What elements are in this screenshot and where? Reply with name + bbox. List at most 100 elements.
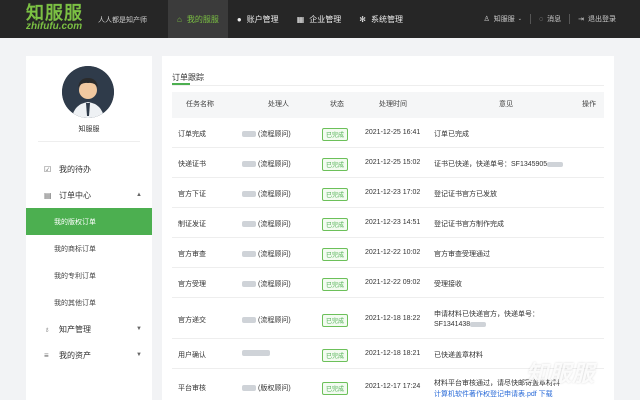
todo-icon: ☑ [44, 164, 52, 174]
task-name: 用户确认 [178, 352, 206, 359]
process-time: 2021-12-18 18:21 [365, 350, 421, 357]
nav-system[interactable]: ✻ 系统管理 [350, 0, 412, 38]
process-time: 2021-12-23 14:51 [365, 219, 421, 226]
opinion-text: 已快递盖章材料 [434, 352, 483, 359]
process-time: 2021-12-22 10:02 [365, 249, 421, 256]
bulb-icon: ♁ [44, 324, 50, 334]
status-badge: 已完成 [322, 248, 349, 261]
nav-enterprise[interactable]: ▦ 企业管理 [288, 0, 351, 38]
redacted-name [242, 131, 256, 138]
sidebar-subitem-other-orders[interactable]: 我的其他订单 [26, 289, 152, 316]
gear-icon: ✻ [359, 14, 366, 24]
task-name: 官方受理 [178, 281, 206, 288]
redacted-name [242, 251, 256, 258]
sidebar-subitem-trademark-orders[interactable]: 我的商标订单 [26, 235, 152, 262]
handler-cell: (流程顾问) [242, 189, 291, 199]
handler-role: (流程顾问) [258, 221, 291, 228]
sidebar-menu: ☑ 我的待办 ▤ 订单中心 ▲ 我的版权订单 我的商标订单 我的专利订单 我的其… [26, 156, 152, 368]
nav-label: 企业管理 [309, 14, 342, 24]
chevron-down-icon: ▼ [136, 326, 142, 332]
handler-cell: (流程顾问) [242, 249, 291, 259]
status-badge: 已完成 [322, 128, 349, 141]
sidebar-item-ip-management[interactable]: ♁ 知产管理 ▼ [26, 316, 152, 342]
opinion-text: 申请材料已快递官方，快递单号： [434, 311, 539, 318]
sidebar-item-label: 订单中心 [59, 190, 91, 200]
redacted-name [242, 281, 256, 288]
watermark: 知服服 [526, 362, 596, 387]
top-right-menu: ♙ 知服服 ⌄ ◌ 消息 ⇥ 退出登录 [483, 0, 616, 38]
top-bar: 知服服 zhifufu.com 人人都是知产师 ⌂ 我的服服 ● 账户管理 ▦ … [0, 0, 640, 38]
handler-role: (流程顾问) [258, 161, 291, 168]
column-header-action: 操作 [582, 101, 596, 108]
column-header-opinion: 意见 [499, 101, 513, 108]
logo[interactable]: 知服服 zhifufu.com [26, 3, 106, 34]
column-header-task: 任务名称 [186, 101, 214, 108]
chevron-down-icon: ▼ [136, 352, 142, 358]
sidebar-item-my-assets[interactable]: ≡ 我的资产 ▼ [26, 342, 152, 368]
opinion-text: 登记证书官方制作完成 [434, 221, 504, 228]
process-time: 2021-12-18 18:22 [365, 315, 421, 322]
avatar [62, 66, 114, 118]
chevron-down-icon: ⌄ [517, 16, 522, 22]
opinion-text: 订单已完成 [434, 131, 469, 138]
table-row: 官方递交 (流程顾问) 已完成 2021-12-18 18:22 申请材料已快递… [172, 298, 604, 339]
handler-cell: (流程顾问) [242, 129, 291, 139]
task-name: 快递证书 [178, 161, 206, 168]
divider [38, 141, 140, 142]
nav-my-zhifufu[interactable]: ⌂ 我的服服 [168, 0, 228, 38]
task-name: 官方审查 [178, 251, 206, 258]
nav-account[interactable]: ● 账户管理 [228, 0, 288, 38]
opinion-text: 登记证书官方已发放 [434, 191, 497, 198]
home-icon: ⌂ [177, 14, 182, 24]
sidebar-subitem-copyright-orders[interactable]: 我的版权订单 [26, 208, 152, 235]
message-icon: ◌ [538, 15, 544, 23]
sidebar-item-todo[interactable]: ☑ 我的待办 [26, 156, 152, 182]
status-badge: 已完成 [322, 382, 349, 395]
nav-label: 账户管理 [246, 14, 279, 24]
opinion-cell: 证书已快递，快递单号：SF1345905 [434, 159, 565, 169]
user-menu[interactable]: 知服服 [494, 14, 515, 24]
database-icon: ≡ [44, 350, 49, 360]
process-time: 2021-12-23 17:02 [365, 189, 421, 196]
main-nav: ⌂ 我的服服 ● 账户管理 ▦ 企业管理 ✻ 系统管理 [168, 0, 412, 38]
task-name: 制证发证 [178, 221, 206, 228]
chevron-up-icon: ▲ [136, 192, 142, 198]
nav-label: 系统管理 [370, 14, 403, 24]
status-badge: 已完成 [322, 314, 349, 327]
order-tracking-panel: 订单跟踪 任务名称 处理人 状态 处理时间 意见 操作 订单完成 (流程顾问) … [162, 56, 614, 400]
redacted-name [242, 221, 256, 228]
redacted-name [242, 317, 256, 324]
process-time: 2021-12-25 15:02 [365, 159, 421, 166]
divider [172, 85, 604, 86]
sidebar-subitem-patent-orders[interactable]: 我的专利订单 [26, 262, 152, 289]
opinion-text: 受理接收 [434, 281, 462, 288]
redacted-number [470, 321, 487, 327]
sidebar-item-order-center[interactable]: ▤ 订单中心 ▲ [26, 182, 152, 208]
sidebar-item-label: 知产管理 [59, 324, 91, 334]
page-title: 订单跟踪 [172, 73, 204, 82]
handler-cell: (流程顾问) [242, 219, 291, 229]
task-name: 官方递交 [178, 317, 206, 324]
table-row: 官方受理 (流程顾问) 已完成 2021-12-22 09:02 受理接收 [172, 268, 604, 298]
logout-icon: ⇥ [578, 16, 584, 23]
divider [529, 14, 531, 24]
logo-text: 知服服 [26, 3, 83, 24]
handler-role: (流程顾问) [258, 281, 291, 288]
slogan: 人人都是知产师 [98, 17, 147, 24]
table-row: 官方下证 (流程顾问) 已完成 2021-12-23 17:02 登记证书官方已… [172, 178, 604, 208]
download-link[interactable]: 计算机软件著作权登记申请表.pdf 下载 [434, 389, 553, 399]
handler-role: (流程顾问) [258, 251, 291, 258]
logout-link[interactable]: 退出登录 [588, 14, 616, 24]
user-icon: ● [236, 14, 242, 24]
user-icon: ♙ [483, 16, 490, 23]
status-badge: 已完成 [322, 278, 349, 291]
opinion-text: 证书已快递，快递单号：SF1345905 [434, 161, 548, 168]
nav-label: 我的服服 [186, 14, 219, 24]
task-name: 平台审核 [178, 385, 206, 392]
redacted-number [547, 161, 564, 167]
sidebar: 知服服 ☑ 我的待办 ▤ 订单中心 ▲ 我的版权订单 我的商标订单 我的专利订单… [26, 56, 152, 400]
handler-cell: (流程顾问) [242, 279, 291, 289]
opinion-cell-line2: SF1341438 [434, 321, 488, 328]
username: 知服服 [78, 126, 100, 133]
messages-link[interactable]: 消息 [547, 14, 561, 24]
